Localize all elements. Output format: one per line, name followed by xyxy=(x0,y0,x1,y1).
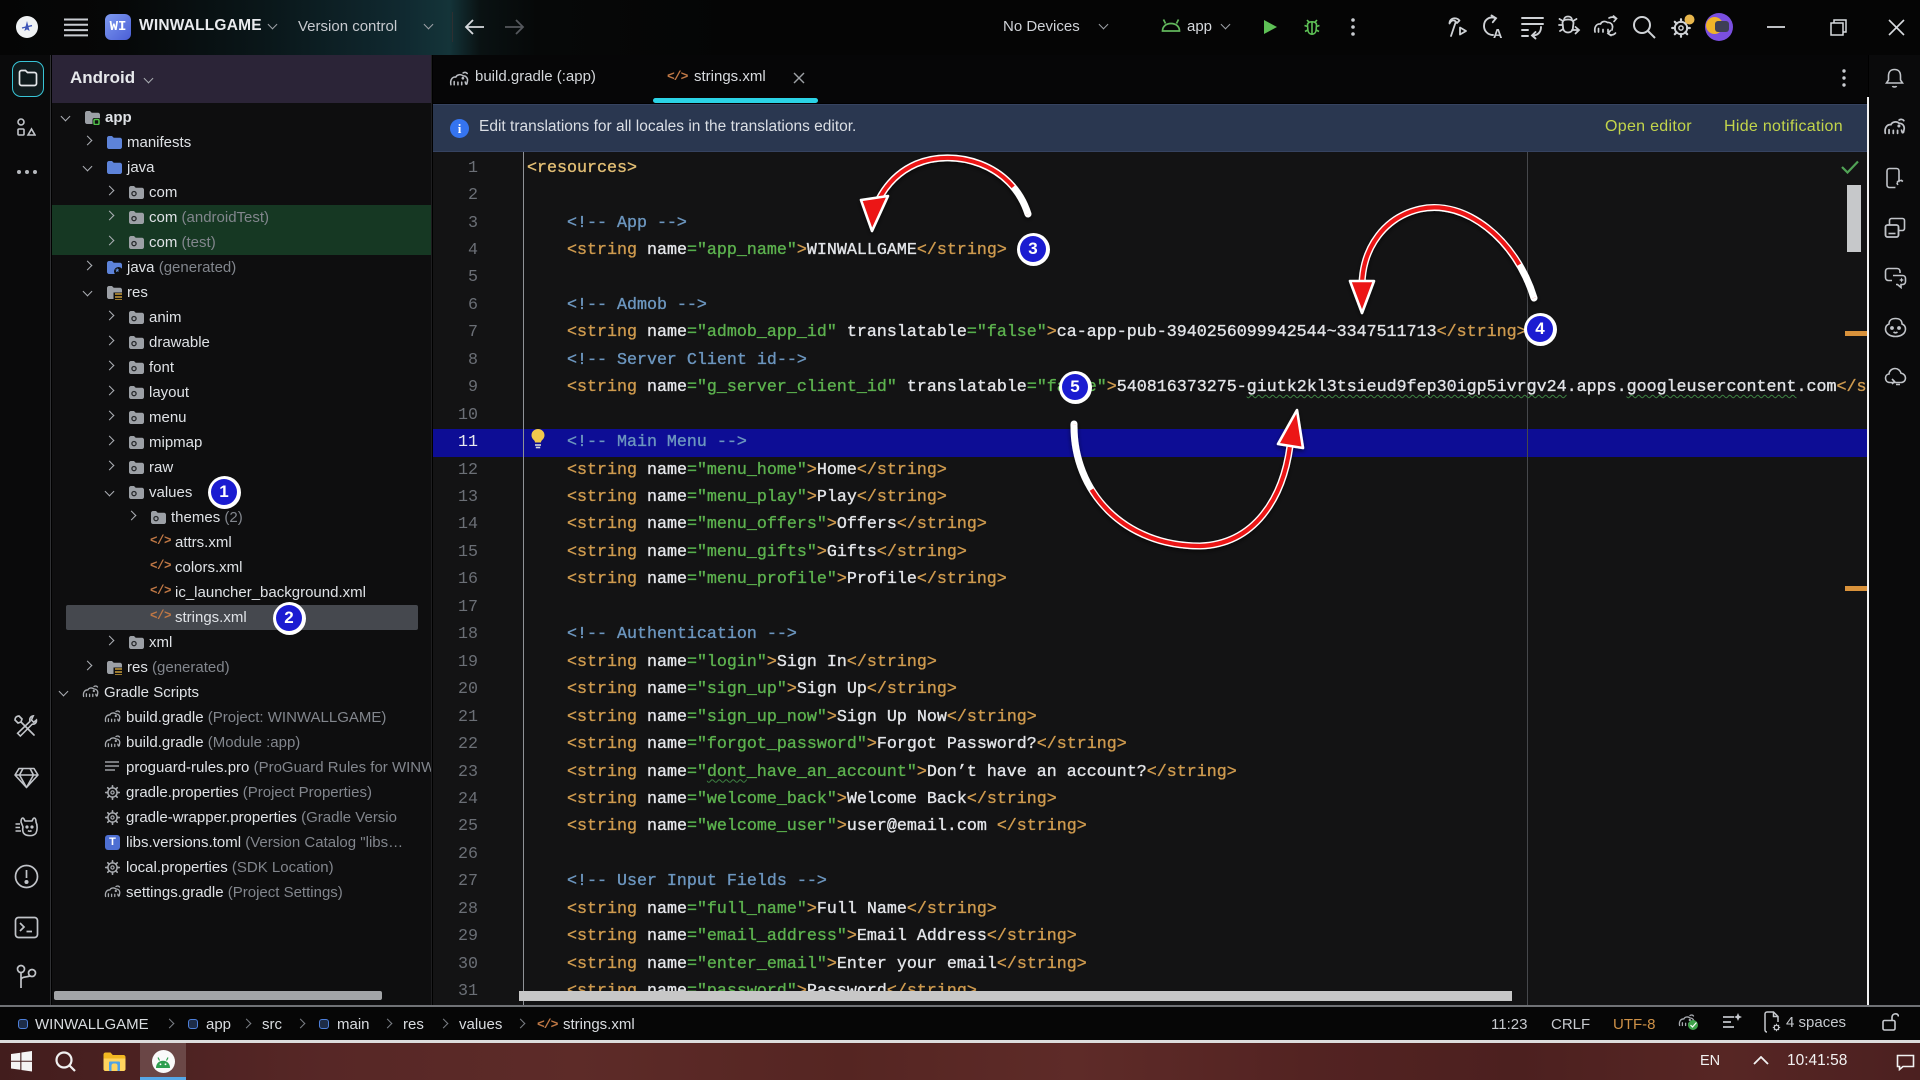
svg-text:*: * xyxy=(116,267,120,275)
svg-text:A: A xyxy=(1493,26,1503,41)
